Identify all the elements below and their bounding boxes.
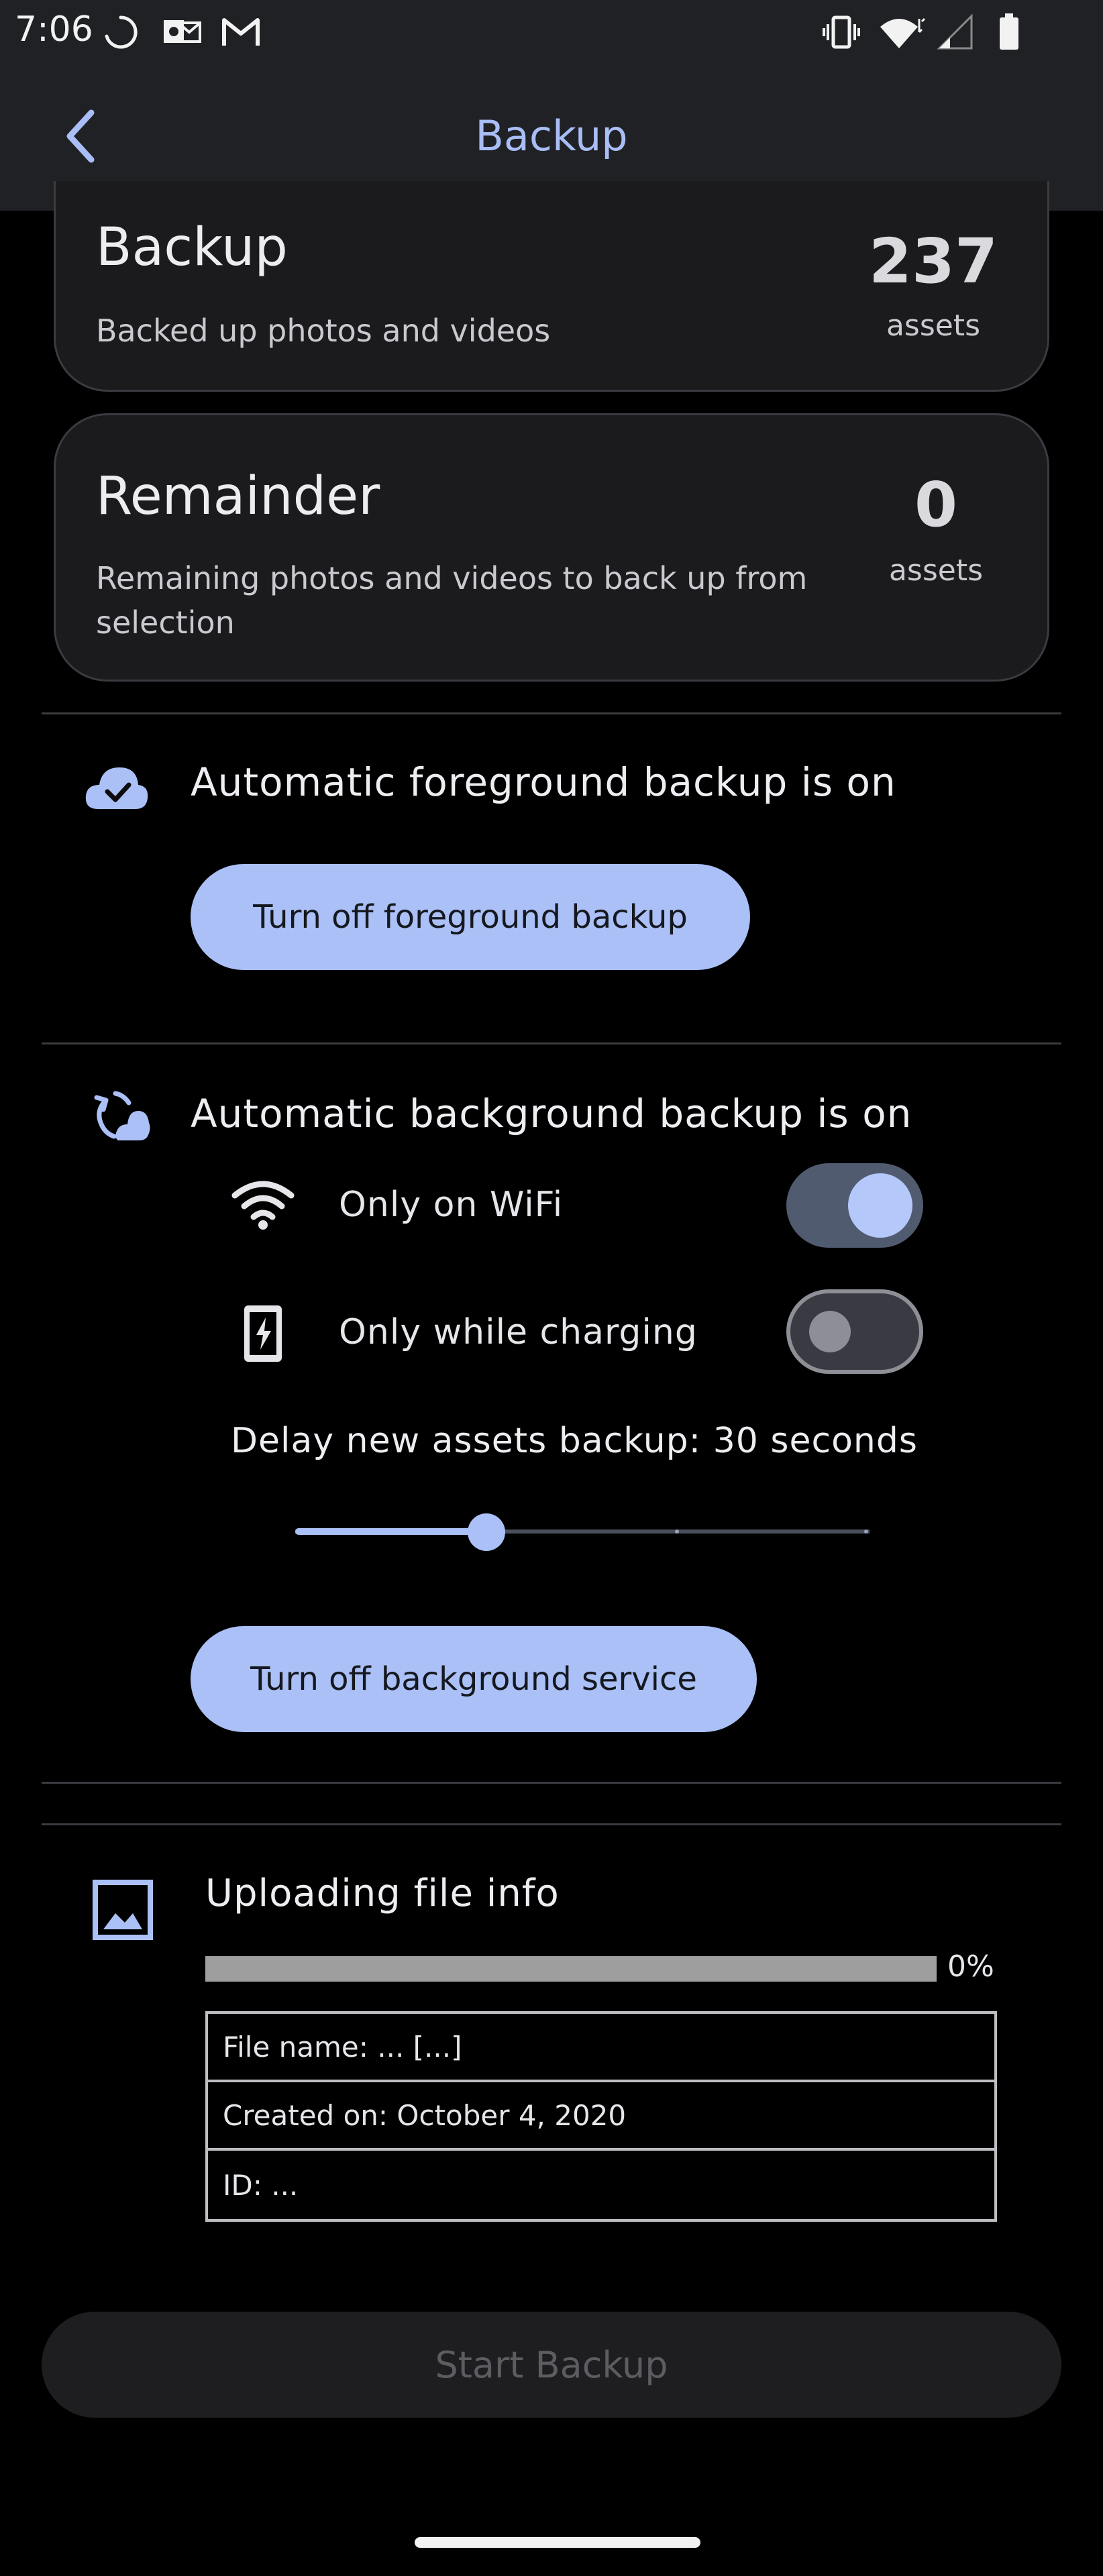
slider-thumb[interactable]: [468, 1513, 505, 1551]
foreground-backup-status: Automatic foreground backup is on: [191, 759, 896, 805]
home-indicator[interactable]: [415, 2537, 700, 2548]
divider: [42, 1823, 1061, 1825]
backup-card-title: Backup: [96, 217, 288, 278]
backup-card-subtitle: Backed up photos and videos: [96, 313, 551, 349]
delay-backup-label: Delay new assets backup: 30 seconds: [231, 1421, 918, 1461]
page-title: Backup: [475, 111, 628, 160]
background-backup-status: Automatic background backup is on: [191, 1091, 912, 1136]
created-on-row: Created on: October 4, 2020: [208, 2082, 994, 2151]
slider-tick: [675, 1529, 679, 1534]
backup-summary-card: Backup Backed up photos and videos 237 a…: [54, 181, 1049, 392]
toggle-knob: [848, 1173, 912, 1238]
remainder-card-title: Remainder: [96, 466, 380, 527]
vibrate-icon: [821, 12, 861, 55]
upload-info-title: Uploading file info: [205, 1872, 560, 1915]
charging-only-toggle[interactable]: [786, 1289, 923, 1374]
remainder-card-subtitle-line1: Remaining photos and videos to back up f…: [96, 560, 808, 596]
status-bar: 7:06: [0, 0, 1103, 60]
upload-progress-bar: [205, 1956, 937, 1982]
delay-slider[interactable]: [295, 1513, 870, 1551]
battery-icon: [997, 12, 1021, 55]
signal-icon: [935, 12, 976, 55]
gmail-icon: [220, 12, 262, 55]
remainder-count-unit: assets: [888, 553, 984, 588]
slider-active-track: [295, 1528, 486, 1535]
charging-only-label: Only while charging: [339, 1312, 698, 1352]
upload-progress-percent: 0%: [947, 1949, 994, 1984]
wifi-icon: [231, 1179, 295, 1233]
toggle-knob: [809, 1311, 851, 1352]
file-name-row: File name: ... [...]: [208, 2014, 994, 2082]
image-icon: [91, 1878, 154, 1944]
charging-phone-icon: [242, 1303, 284, 1367]
remainder-card: Remainder Remaining photos and videos to…: [54, 413, 1049, 682]
outlook-icon: [161, 12, 203, 55]
backup-count: 237: [868, 225, 998, 297]
loading-icon: [101, 12, 141, 55]
cloud-check-icon: [83, 762, 150, 817]
status-time: 7:06: [15, 9, 93, 50]
divider: [42, 1782, 1061, 1784]
start-backup-button[interactable]: Start Backup: [42, 2312, 1061, 2418]
divider: [42, 712, 1061, 714]
wifi-only-toggle[interactable]: [786, 1163, 923, 1248]
remainder-card-subtitle-line2: selection: [96, 604, 235, 641]
slider-tick: [864, 1529, 868, 1534]
turn-off-background-button[interactable]: Turn off background service: [191, 1626, 757, 1732]
divider: [42, 1042, 1061, 1044]
remainder-count: 0: [914, 469, 957, 541]
turn-off-foreground-button[interactable]: Turn off foreground backup: [191, 864, 750, 970]
upload-info-table: File name: ... [...] Created on: October…: [205, 2011, 997, 2222]
wifi-icon: [878, 12, 926, 55]
wifi-only-label: Only on WiFi: [339, 1185, 564, 1225]
id-row: ID: ...: [223, 2168, 299, 2202]
backup-screen: 7:06 Backup Backup Backed up photos and …: [0, 0, 1103, 2576]
backup-count-unit: assets: [886, 309, 981, 343]
cloud-sync-icon: [91, 1088, 152, 1147]
